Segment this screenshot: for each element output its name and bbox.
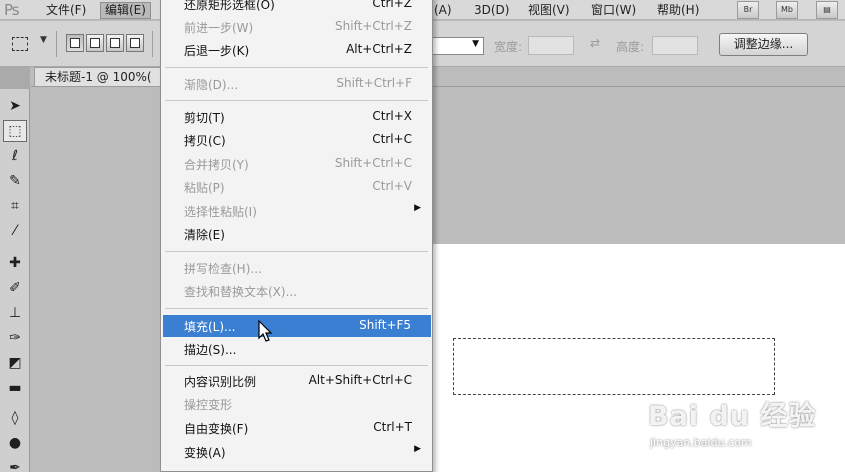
move-tool-icon[interactable]: ➤ <box>3 95 27 117</box>
menu-item-cut[interactable]: 剪切(T) Ctrl+X <box>161 106 432 128</box>
toolbox-grip[interactable] <box>0 67 30 89</box>
menu-separator <box>165 308 428 309</box>
menu-separator <box>165 365 428 366</box>
edit-menu: 还原矩形选框(O) Ctrl+Z 前进一步(W) Shift+Ctrl+Z 后退… <box>160 0 433 472</box>
eraser-tool-icon[interactable]: ◩ <box>3 352 27 374</box>
menu-item-paste-special[interactable]: 选择性粘贴(I) ▶ <box>161 200 432 222</box>
menu-item-check-spelling[interactable]: 拼写检查(H)... <box>161 257 432 279</box>
divider <box>56 31 57 57</box>
dodge-tool-icon[interactable]: ● <box>3 432 27 454</box>
menu-view[interactable]: 视图(V) <box>524 2 574 19</box>
bridge-button[interactable]: Br <box>737 1 759 19</box>
menu-item-undo[interactable]: 还原矩形选框(O) Ctrl+Z <box>161 0 432 15</box>
height-label: 高度: <box>616 40 645 54</box>
tab-strip-border <box>31 86 845 87</box>
mouse-cursor-icon <box>258 320 273 342</box>
submenu-arrow-icon: ▶ <box>414 444 421 454</box>
menu-item-fade[interactable]: 渐隐(D)... Shift+Ctrl+F <box>161 73 432 95</box>
menu-item-step-forward[interactable]: 前进一步(W) Shift+Ctrl+Z <box>161 16 432 38</box>
brush-tool-icon[interactable]: ✐ <box>3 277 27 299</box>
add-to-selection-button[interactable] <box>86 34 104 52</box>
quick-selection-tool-icon[interactable]: ✎ <box>3 170 27 192</box>
width-field[interactable] <box>528 36 574 55</box>
document-tab[interactable]: 未标题-1 @ 100%( <box>34 67 164 87</box>
menu-3d[interactable]: 3D(D) <box>470 2 513 19</box>
lasso-tool-icon[interactable]: ℓ <box>3 145 27 167</box>
menu-item-copy-merged[interactable]: 合并拷贝(Y) Shift+Ctrl+C <box>161 153 432 175</box>
subtract-from-selection-button[interactable] <box>106 34 124 52</box>
submenu-arrow-icon: ▶ <box>414 203 421 213</box>
width-label: 宽度: <box>494 40 523 54</box>
menu-item-transform[interactable]: 变换(A) ▶ <box>161 441 432 463</box>
photoshop-logo: Ps <box>4 1 20 19</box>
menu-item-puppet-warp[interactable]: 操控变形 <box>161 393 432 415</box>
healing-brush-tool-icon[interactable]: ✚ <box>3 252 27 274</box>
menu-item-step-backward[interactable]: 后退一步(K) Alt+Ctrl+Z <box>161 39 432 61</box>
swap-icon[interactable]: ⇄ <box>590 36 600 50</box>
menu-item-content-aware-scale[interactable]: 内容识别比例 Alt+Shift+Ctrl+C <box>161 370 432 392</box>
menu-separator <box>165 67 428 68</box>
chevron-down-icon: ▼ <box>472 39 479 49</box>
menu-item-free-transform[interactable]: 自由变换(F) Ctrl+T <box>161 417 432 439</box>
chevron-down-icon[interactable]: ▼ <box>40 35 47 45</box>
pen-tool-icon[interactable]: ✒ <box>3 457 27 472</box>
menu-item-fill[interactable]: 填充(L)... Shift+F5 <box>163 315 431 337</box>
tool-preset-icon[interactable] <box>12 37 28 51</box>
arrange-documents-icon[interactable]: ▤ <box>816 1 838 19</box>
menu-item-clear[interactable]: 清除(E) <box>161 223 432 245</box>
menu-item-stroke[interactable]: 描边(S)... <box>161 338 432 360</box>
mini-bridge-button[interactable]: Mb <box>776 1 798 19</box>
clone-stamp-tool-icon[interactable]: ⊥ <box>3 302 27 324</box>
style-dropdown[interactable]: ▼ <box>432 37 484 55</box>
menu-help[interactable]: 帮助(H) <box>653 2 703 19</box>
selection-marquee[interactable] <box>453 338 775 395</box>
watermark-url: jingyan.baidu.com <box>650 436 752 449</box>
menu-window[interactable]: 窗口(W) <box>587 2 640 19</box>
menu-item-copy[interactable]: 拷贝(C) Ctrl+C <box>161 129 432 151</box>
menu-item-paste[interactable]: 粘贴(P) Ctrl+V <box>161 176 432 198</box>
eyedropper-tool-icon[interactable]: ⁄ <box>3 220 27 242</box>
baidu-watermark: Bai du 经验 jingyan.baidu.com <box>648 394 838 468</box>
menu-file[interactable]: 文件(F) <box>42 2 90 19</box>
menu-edit[interactable]: 编辑(E) <box>100 2 151 19</box>
rectangular-marquee-tool-icon[interactable]: ⬚ <box>3 120 27 142</box>
crop-tool-icon[interactable]: ⌗ <box>3 195 27 217</box>
watermark-logo-text: Bai du 经验 <box>648 401 817 432</box>
blur-tool-icon[interactable]: ◊ <box>3 407 27 429</box>
menu-select[interactable]: (A) <box>430 2 456 19</box>
history-brush-tool-icon[interactable]: ✑ <box>3 327 27 349</box>
menu-item-find-replace-text[interactable]: 查找和替换文本(X)... <box>161 280 432 302</box>
divider <box>152 31 153 57</box>
refine-edge-button[interactable]: 调整边缘... <box>719 33 808 56</box>
menu-separator <box>165 100 428 101</box>
menu-separator <box>165 251 428 252</box>
toolbox: ➤ ⬚ ℓ ✎ ⌗ ⁄ ✚ ✐ ⊥ ✑ ◩ ▬ ◊ ● ✒ <box>0 67 30 472</box>
gradient-tool-icon[interactable]: ▬ <box>3 377 27 399</box>
intersect-selection-button[interactable] <box>126 34 144 52</box>
height-field[interactable] <box>652 36 698 55</box>
new-selection-button[interactable] <box>66 34 84 52</box>
